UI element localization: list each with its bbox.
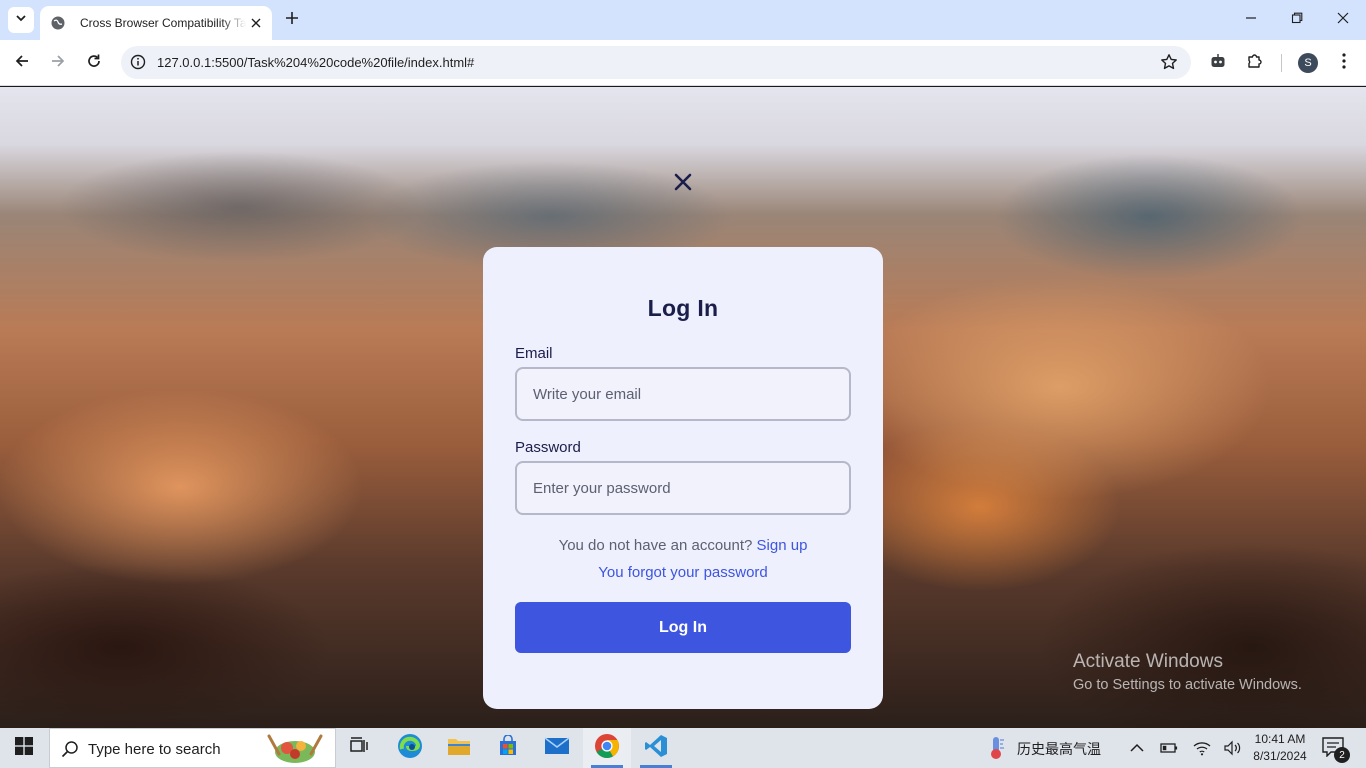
email-field[interactable] (515, 367, 851, 421)
activate-windows-subtitle: Go to Settings to activate Windows. (1073, 677, 1302, 693)
wifi-icon[interactable] (1192, 738, 1212, 758)
battery-icon[interactable] (1159, 738, 1179, 758)
signup-link[interactable]: Sign up (757, 537, 808, 554)
password-field[interactable] (515, 461, 851, 515)
puzzle-icon (1246, 52, 1264, 75)
reload-button[interactable] (82, 51, 106, 75)
windows-taskbar: Type here to search 历史最高气温 10:41 AM 8/31… (0, 728, 1366, 768)
taskbar-chrome[interactable] (583, 728, 631, 768)
forgot-password-link[interactable]: You forgot your password (598, 564, 768, 581)
task-view-button[interactable] (336, 728, 384, 768)
back-button[interactable] (10, 51, 34, 75)
weather-text[interactable]: 历史最高气温 (1017, 739, 1101, 759)
taskbar-vscode[interactable] (632, 728, 680, 768)
profile-avatar[interactable]: S (1298, 53, 1318, 73)
browser-tab-active[interactable]: Cross Browser Compatibility Task (40, 6, 272, 40)
browser-toolbar: 127.0.0.1:5500/Task%204%20code%20file/in… (0, 40, 1366, 86)
close-icon (673, 172, 693, 197)
toolbar-divider (1281, 54, 1282, 72)
kebab-menu-icon (1341, 52, 1347, 75)
search-highlight-icon (263, 732, 327, 766)
extensions-button[interactable] (1243, 51, 1267, 75)
vscode-icon (644, 734, 668, 763)
chrome-icon (594, 733, 620, 764)
clock-date: 8/31/2024 (1253, 749, 1307, 763)
chevron-down-icon (15, 11, 27, 29)
tab-title: Cross Browser Compatibility Task (80, 16, 246, 30)
arrow-right-icon (50, 53, 66, 74)
site-info-icon[interactable] (130, 54, 146, 70)
forward-button[interactable] (46, 51, 70, 75)
modal-close-button[interactable] (672, 173, 694, 195)
chevron-up-icon[interactable] (1127, 738, 1147, 758)
email-label: Email (515, 345, 553, 362)
taskbar-microsoft-store[interactable] (484, 728, 532, 768)
restore-button[interactable] (1284, 8, 1310, 32)
restore-icon (1291, 11, 1303, 29)
notification-count-badge: 2 (1334, 747, 1350, 763)
clock-time: 10:41 AM (1254, 732, 1306, 746)
globe-icon (50, 15, 66, 31)
taskbar-clock[interactable]: 10:41 AM 8/31/2024 (1247, 731, 1313, 765)
search-icon (61, 740, 79, 758)
arrow-left-icon (14, 53, 30, 74)
address-bar[interactable]: 127.0.0.1:5500/Task%204%20code%20file/in… (121, 46, 1191, 79)
new-tab-button[interactable] (282, 10, 302, 30)
thermometer-icon[interactable] (986, 736, 1006, 760)
taskbar-mail[interactable] (533, 728, 581, 768)
bookmark-star-icon[interactable] (1160, 53, 1178, 71)
activate-windows-title: Activate Windows (1073, 651, 1223, 672)
close-icon (1337, 11, 1349, 29)
login-card: Log In Email Password You do not have an… (483, 247, 883, 709)
taskbar-edge[interactable] (386, 728, 434, 768)
folder-icon (447, 736, 471, 761)
minimize-button[interactable] (1238, 8, 1264, 32)
windows-logo-icon (15, 736, 33, 760)
taskbar-search-placeholder: Type here to search (88, 741, 221, 758)
edge-icon (397, 733, 423, 764)
password-label: Password (515, 439, 581, 456)
tab-search-button[interactable] (8, 7, 34, 33)
start-button[interactable] (0, 728, 48, 768)
forgot-password-row: You forgot your password (483, 564, 883, 581)
minimize-icon (1245, 11, 1257, 29)
url-text[interactable]: 127.0.0.1:5500/Task%204%20code%20file/in… (157, 55, 474, 70)
mail-icon (544, 736, 570, 761)
reload-icon (86, 53, 102, 74)
signup-prompt: You do not have an account? Sign up (483, 537, 883, 554)
volume-icon[interactable] (1223, 738, 1243, 758)
close-window-button[interactable] (1330, 8, 1356, 32)
ai-assistant-button[interactable] (1206, 51, 1230, 75)
browser-tabstrip: Cross Browser Compatibility Task (0, 0, 1366, 40)
page-viewport: Log In Email Password You do not have an… (0, 87, 1366, 728)
login-button[interactable]: Log In (515, 602, 851, 653)
browser-menu-button[interactable] (1332, 51, 1356, 75)
robot-icon (1209, 52, 1227, 75)
plus-icon (285, 11, 299, 30)
activate-windows-watermark: Activate Windows Go to Settings to activ… (1073, 651, 1302, 693)
login-title: Log In (647, 295, 719, 321)
taskbar-file-explorer[interactable] (435, 728, 483, 768)
task-view-icon (350, 736, 370, 760)
close-tab-icon[interactable] (248, 15, 264, 31)
no-account-text: You do not have an account? (558, 537, 753, 554)
taskbar-search-box[interactable]: Type here to search (49, 728, 336, 768)
store-icon (497, 733, 519, 762)
